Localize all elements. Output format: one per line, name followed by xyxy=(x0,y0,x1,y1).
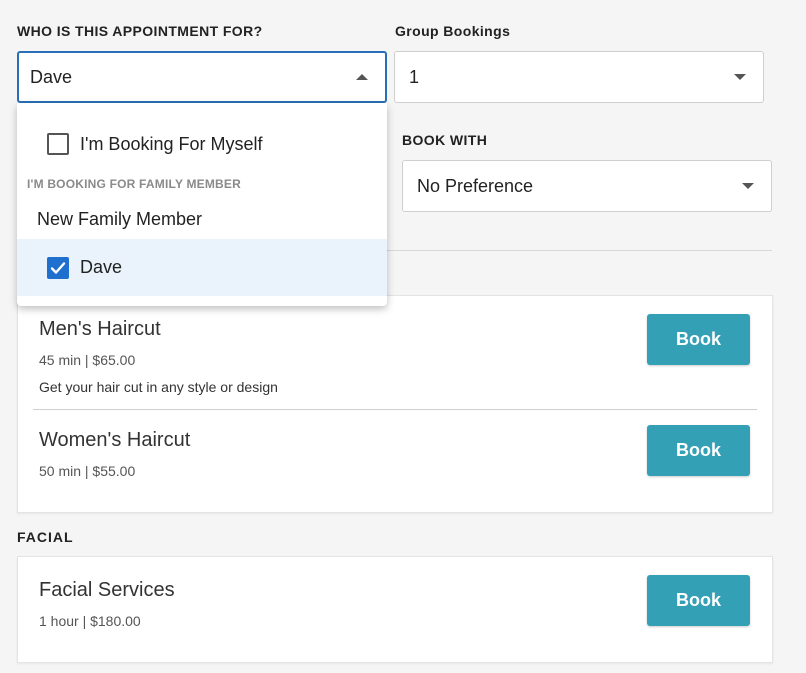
service-meta: 1 hour | $180.00 xyxy=(39,613,141,629)
service-card: Facial Services 1 hour | $180.00 Book xyxy=(17,556,773,663)
who-for-value: Dave xyxy=(30,66,73,87)
service-item-facial-services: Facial Services 1 hour | $180.00 Book xyxy=(18,557,772,664)
service-meta: 50 min | $55.00 xyxy=(39,463,136,479)
option-group-header: I'M BOOKING FOR FAMILY MEMBER xyxy=(27,177,241,191)
section-title-facial: FACIAL xyxy=(17,529,74,545)
service-name: Women's Haircut xyxy=(39,429,191,451)
option-label: I'm Booking For Myself xyxy=(80,133,263,154)
option-label: New Family Member xyxy=(37,208,203,229)
book-with-value: No Preference xyxy=(417,175,534,196)
service-description: Get your hair cut in any style or design xyxy=(39,379,278,395)
book-button[interactable]: Book xyxy=(647,425,750,476)
service-item-mens-haircut: Men's Haircut 45 min | $65.00 Get your h… xyxy=(18,296,772,409)
group-bookings-label: Group Bookings xyxy=(395,23,511,39)
who-for-label: WHO IS THIS APPOINTMENT FOR? xyxy=(17,23,263,39)
option-dave[interactable]: Dave xyxy=(17,239,387,296)
option-booking-myself[interactable]: I'm Booking For Myself xyxy=(17,122,387,166)
book-with-select[interactable]: No Preference xyxy=(402,160,772,212)
checkmark-icon xyxy=(50,261,66,274)
who-for-dropdown-menu: I'm Booking For Myself I'M BOOKING FOR F… xyxy=(17,103,387,306)
book-with-label: BOOK WITH xyxy=(402,132,488,148)
service-meta: 45 min | $65.00 xyxy=(39,352,136,368)
who-for-select[interactable]: Dave xyxy=(17,51,387,103)
service-card: Men's Haircut 45 min | $65.00 Get your h… xyxy=(17,295,773,513)
service-name: Men's Haircut xyxy=(39,318,161,340)
checkbox-unchecked-icon[interactable] xyxy=(47,133,69,155)
checkbox-checked-icon[interactable] xyxy=(47,256,69,279)
book-button[interactable]: Book xyxy=(647,575,750,626)
group-bookings-value: 1 xyxy=(409,66,420,87)
book-button[interactable]: Book xyxy=(647,314,750,365)
group-bookings-select[interactable]: 1 xyxy=(394,51,764,103)
caret-down-icon xyxy=(742,183,754,189)
service-name: Facial Services xyxy=(39,579,175,601)
option-label: Dave xyxy=(80,257,123,277)
caret-up-icon xyxy=(356,74,368,80)
caret-down-icon xyxy=(734,74,746,80)
option-new-family-member[interactable]: New Family Member xyxy=(17,197,387,241)
service-item-womens-haircut: Women's Haircut 50 min | $55.00 Book xyxy=(18,410,772,510)
